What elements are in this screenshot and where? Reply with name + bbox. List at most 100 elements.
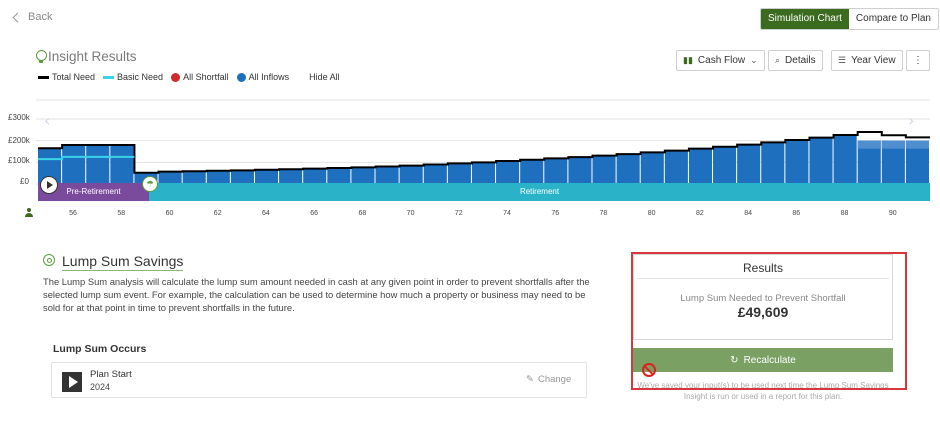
inflow-bar[interactable] — [616, 154, 640, 184]
cash-flow-chart: ‹ › — [36, 99, 930, 185]
total-need-swatch — [38, 75, 49, 79]
inflow-bar[interactable] — [303, 168, 327, 184]
legend-label: Basic Need — [117, 72, 164, 82]
y-tick-100k: £100k — [8, 156, 30, 165]
chevron-down-icon: ⌄ — [750, 55, 758, 65]
chevron-right-icon[interactable]: › — [908, 111, 914, 130]
inflow-bar[interactable] — [375, 166, 399, 184]
legend-basic-need[interactable]: Basic Need — [103, 72, 163, 82]
details-button[interactable]: ⌕ Details — [768, 50, 823, 71]
legend-label: All Shortfall — [183, 72, 229, 82]
view-toggle: Simulation Chart Compare to Plan — [760, 8, 939, 30]
insight-title-text: Insight Results — [48, 49, 137, 64]
shortfall-swatch — [171, 72, 181, 82]
inflow-bar[interactable] — [544, 158, 568, 184]
plan-start-marker[interactable] — [40, 176, 58, 194]
list-icon: ☰ — [838, 55, 847, 65]
legend-label: All Inflows — [248, 72, 290, 82]
inflow-bar[interactable] — [688, 148, 713, 184]
inflow-bar[interactable] — [230, 170, 254, 184]
age-tick: 58 — [117, 210, 126, 217]
event-year: 2024 — [90, 382, 111, 392]
inflow-bar-highlight — [881, 140, 905, 149]
person-icon — [25, 208, 33, 217]
inflow-bar[interactable] — [713, 146, 737, 184]
inflow-bar[interactable] — [761, 142, 785, 184]
inflow-bar[interactable] — [351, 167, 375, 184]
inflow-bar[interactable] — [592, 155, 616, 184]
back-link[interactable]: Back — [12, 11, 53, 23]
inflow-bar[interactable] — [110, 145, 134, 184]
pencil-icon: ✎ — [526, 374, 534, 385]
age-tick: 76 — [551, 210, 560, 217]
hide-all-link[interactable]: Hide All — [309, 72, 340, 82]
age-tick: 86 — [792, 210, 801, 217]
inflow-bar[interactable] — [809, 137, 833, 184]
age-tick: 80 — [647, 210, 656, 217]
lump-sum-occurs-label: Lump Sum Occurs — [53, 343, 147, 355]
legend-total-need[interactable]: Total Need — [38, 72, 95, 82]
inflow-bar[interactable] — [664, 150, 688, 184]
age-tick: 68 — [358, 210, 367, 217]
inflow-bar[interactable] — [640, 152, 664, 184]
chevron-left-icon[interactable]: ‹ — [44, 111, 50, 130]
inflow-bar[interactable] — [254, 169, 279, 184]
legend-label: Total Need — [52, 72, 96, 82]
inflow-bar[interactable] — [86, 145, 110, 184]
results-highlight-box — [631, 252, 907, 390]
inflow-bar[interactable] — [62, 145, 86, 184]
basic-need-swatch — [103, 75, 115, 79]
legend-all-shortfall[interactable]: All Shortfall — [171, 72, 229, 82]
age-tick: 90 — [888, 210, 897, 217]
retirement-phase: Retirement — [149, 183, 930, 201]
inflow-bar[interactable] — [520, 159, 544, 184]
inflow-bar[interactable] — [471, 162, 496, 184]
inflow-bar[interactable] — [399, 165, 423, 184]
inflow-bar[interactable] — [279, 169, 303, 184]
cash-flow-dropdown[interactable]: ▮▮ Cash Flow ⌄ — [676, 50, 765, 71]
inflow-bar[interactable] — [423, 164, 447, 185]
compare-to-plan-button[interactable]: Compare to Plan — [848, 9, 938, 29]
y-tick-200k: £200k — [8, 136, 30, 145]
back-label: Back — [28, 11, 53, 23]
age-tick: 70 — [406, 210, 415, 217]
age-tick: 64 — [262, 210, 270, 217]
age-tick: 60 — [165, 210, 174, 217]
search-icon: ⌕ — [775, 55, 781, 65]
money-bag-icon — [43, 254, 55, 266]
event-name: Plan Start — [90, 369, 132, 380]
chevron-left-icon — [12, 12, 23, 23]
inflow-bar-highlight — [905, 140, 929, 149]
age-tick: 74 — [503, 210, 511, 217]
more-label: ⋮ — [913, 55, 923, 66]
play-icon — [47, 181, 53, 189]
age-tick: 56 — [69, 210, 77, 217]
inflow-bar[interactable] — [833, 135, 857, 184]
simulation-chart-button[interactable]: Simulation Chart — [761, 9, 849, 29]
age-tick: 88 — [840, 210, 849, 217]
inflow-bar[interactable] — [785, 140, 809, 184]
age-tick: 72 — [454, 210, 463, 217]
age-tick: 78 — [599, 210, 608, 217]
inflow-bar-highlight — [857, 140, 881, 149]
more-options-button[interactable]: ⋮ — [906, 50, 930, 71]
retirement-marker-icon[interactable]: ☂ — [142, 176, 158, 192]
cash-flow-label: Cash Flow — [697, 55, 746, 66]
inflows-swatch — [236, 72, 246, 82]
lump-sum-event-card — [51, 362, 587, 398]
year-view-label: Year View — [851, 55, 896, 66]
change-button[interactable]: ✎ Change — [526, 374, 571, 385]
chart-legend: Total Need Basic Need All Shortfall All … — [38, 72, 340, 82]
inflow-bar[interactable] — [568, 157, 592, 184]
inflow-bar[interactable] — [737, 144, 761, 184]
legend-all-inflows[interactable]: All Inflows — [236, 72, 290, 82]
year-view-button[interactable]: ☰ Year View — [831, 50, 903, 71]
inflow-bar[interactable] — [327, 167, 351, 184]
lightbulb-icon — [36, 49, 47, 64]
age-tick: 84 — [744, 210, 752, 217]
inflow-bar[interactable] — [496, 161, 520, 184]
inflow-bar[interactable] — [447, 163, 471, 184]
y-tick-300k: £300k — [8, 113, 30, 122]
y-tick-0: £0 — [20, 177, 29, 186]
age-tick: 66 — [310, 210, 319, 217]
